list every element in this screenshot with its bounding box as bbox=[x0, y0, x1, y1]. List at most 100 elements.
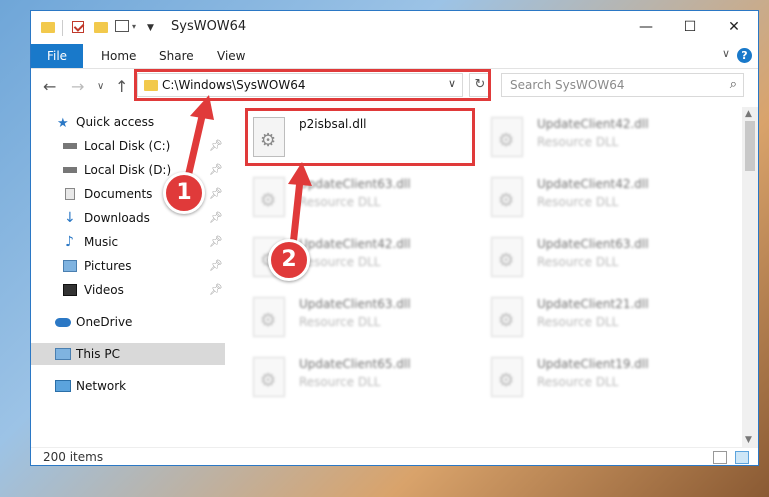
details-view-icon[interactable] bbox=[713, 451, 727, 464]
sidebar-item-local-disk-c[interactable]: Local Disk (C:) 📌︎ bbox=[31, 135, 225, 157]
sidebar-item-pictures[interactable]: Pictures 📌︎ bbox=[31, 255, 225, 277]
new-folder-icon[interactable] bbox=[94, 22, 108, 33]
pin-icon[interactable]: 📌︎ bbox=[209, 135, 223, 157]
file-name: UpdateClient63.dll bbox=[299, 297, 411, 311]
folder-icon bbox=[41, 22, 55, 33]
downloads-icon: ↓ bbox=[64, 210, 76, 226]
gear-icon: ⚙ bbox=[498, 190, 515, 211]
ribbon: File Home Share View ∨ ? bbox=[31, 44, 758, 69]
help-icon[interactable]: ? bbox=[737, 48, 752, 63]
recent-locations-icon[interactable]: ∨ bbox=[97, 81, 104, 92]
sidebar-item-quick-access[interactable]: ★ Quick access bbox=[31, 111, 225, 133]
file-type: Resource DLL bbox=[299, 375, 381, 389]
gear-icon: ⚙ bbox=[498, 310, 515, 331]
minimize-button[interactable]: — bbox=[623, 11, 669, 44]
file-item[interactable]: ⚙ UpdateClient19.dll Resource DLL bbox=[487, 353, 707, 409]
sidebar-item-label: Local Disk (C:) bbox=[84, 139, 171, 153]
sidebar-item-label: Videos bbox=[84, 283, 124, 297]
documents-icon bbox=[65, 188, 75, 200]
collapse-ribbon-icon[interactable]: ∨ bbox=[722, 47, 730, 60]
gear-icon: ⚙ bbox=[498, 130, 515, 151]
file-item[interactable]: ⚙ UpdateClient42.dll Resource DLL bbox=[487, 113, 707, 169]
navigation-pane: ★ Quick access Local Disk (C:) 📌︎ Local … bbox=[31, 107, 225, 447]
file-item[interactable]: ⚙ UpdateClient63.dll Resource DLL bbox=[249, 173, 469, 229]
sidebar-item-label: Documents bbox=[84, 187, 153, 201]
pin-icon[interactable]: 📌︎ bbox=[209, 231, 223, 253]
file-name: UpdateClient65.dll bbox=[299, 357, 411, 371]
sidebar-item-this-pc[interactable]: This PC bbox=[31, 343, 225, 365]
forward-button[interactable]: → bbox=[71, 77, 84, 96]
gear-icon: ⚙ bbox=[260, 190, 277, 211]
file-item[interactable]: ⚙ UpdateClient21.dll Resource DLL bbox=[487, 293, 707, 349]
file-item[interactable]: ⚙ UpdateClient42.dll Resource DLL bbox=[487, 173, 707, 229]
gear-icon: ⚙ bbox=[498, 250, 515, 271]
sidebar-item-videos[interactable]: Videos 📌︎ bbox=[31, 279, 225, 301]
up-button[interactable]: ↑ bbox=[115, 77, 128, 96]
sidebar-item-label: Quick access bbox=[76, 115, 155, 129]
star-icon: ★ bbox=[57, 116, 69, 131]
maximize-button[interactable]: ☐ bbox=[667, 11, 713, 44]
pin-icon[interactable]: 📌︎ bbox=[209, 279, 223, 301]
file-type: Resource DLL bbox=[537, 135, 619, 149]
file-type: Resource DLL bbox=[537, 195, 619, 209]
drive-icon bbox=[63, 143, 77, 149]
close-button[interactable]: ✕ bbox=[711, 11, 757, 44]
address-bar-highlight bbox=[134, 69, 491, 101]
scroll-thumb[interactable] bbox=[745, 121, 755, 171]
scroll-up-icon[interactable]: ▲ bbox=[745, 109, 752, 119]
pin-icon[interactable]: 📌︎ bbox=[209, 159, 223, 181]
sidebar-item-label: Music bbox=[84, 235, 119, 249]
properties-check-icon[interactable] bbox=[72, 21, 84, 33]
vertical-scrollbar[interactable]: ▲ ▼ bbox=[742, 107, 758, 447]
dll-file-icon: ⚙ bbox=[491, 237, 523, 277]
music-icon: ♪ bbox=[65, 234, 74, 250]
pin-icon[interactable]: 📌︎ bbox=[209, 255, 223, 277]
file-highlight bbox=[245, 108, 475, 166]
scroll-down-icon[interactable]: ▼ bbox=[745, 435, 752, 445]
dll-file-icon: ⚙ bbox=[253, 177, 285, 217]
status-bar: 200 items bbox=[31, 447, 758, 467]
tab-view[interactable]: View bbox=[217, 44, 245, 68]
back-button[interactable]: ← bbox=[43, 77, 56, 96]
sidebar-item-label: Pictures bbox=[84, 259, 132, 273]
file-name: UpdateClient63.dll bbox=[299, 177, 411, 191]
sidebar-item-music[interactable]: ♪ Music 📌︎ bbox=[31, 231, 225, 253]
tab-share[interactable]: Share bbox=[159, 44, 194, 68]
drive-icon bbox=[63, 167, 77, 173]
file-name: UpdateClient42.dll bbox=[299, 237, 411, 251]
file-type: Resource DLL bbox=[299, 195, 381, 209]
file-name: UpdateClient63.dll bbox=[537, 237, 649, 251]
file-type: Resource DLL bbox=[537, 255, 619, 269]
search-input[interactable]: Search SysWOW64 ⌕ bbox=[501, 73, 744, 97]
tab-home[interactable]: Home bbox=[101, 44, 136, 68]
dropdown-icon[interactable]: ▾ bbox=[132, 22, 136, 40]
file-name: UpdateClient42.dll bbox=[537, 117, 649, 131]
file-name: UpdateClient19.dll bbox=[537, 357, 649, 371]
gear-icon: ⚙ bbox=[260, 370, 277, 391]
pin-icon[interactable]: 📌︎ bbox=[209, 183, 223, 205]
customize-toolbar-icon[interactable]: ▼ bbox=[147, 23, 154, 41]
file-type: Resource DLL bbox=[537, 375, 619, 389]
file-type: Resource DLL bbox=[299, 255, 381, 269]
large-icons-view-icon[interactable] bbox=[735, 451, 749, 464]
file-item[interactable]: ⚙ UpdateClient65.dll Resource DLL bbox=[249, 353, 469, 409]
dll-file-icon: ⚙ bbox=[491, 297, 523, 337]
computer-icon bbox=[55, 348, 71, 360]
file-name: UpdateClient42.dll bbox=[537, 177, 649, 191]
pin-icon[interactable]: 📌︎ bbox=[209, 207, 223, 229]
customize-icon[interactable] bbox=[115, 20, 129, 32]
gear-icon: ⚙ bbox=[498, 370, 515, 391]
item-count: 200 items bbox=[43, 450, 104, 464]
search-icon[interactable]: ⌕ bbox=[730, 77, 737, 92]
search-placeholder: Search SysWOW64 bbox=[510, 78, 625, 92]
step-badge-2: 2 bbox=[268, 239, 310, 281]
dll-file-icon: ⚙ bbox=[491, 357, 523, 397]
divider bbox=[62, 20, 63, 36]
file-item[interactable]: ⚙ UpdateClient63.dll Resource DLL bbox=[249, 293, 469, 349]
sidebar-item-onedrive[interactable]: OneDrive bbox=[31, 311, 225, 333]
step-badge-1: 1 bbox=[163, 172, 205, 214]
tab-file[interactable]: File bbox=[31, 44, 83, 68]
sidebar-item-network[interactable]: Network bbox=[31, 375, 225, 397]
network-icon bbox=[55, 380, 71, 392]
file-item[interactable]: ⚙ UpdateClient63.dll Resource DLL bbox=[487, 233, 707, 289]
